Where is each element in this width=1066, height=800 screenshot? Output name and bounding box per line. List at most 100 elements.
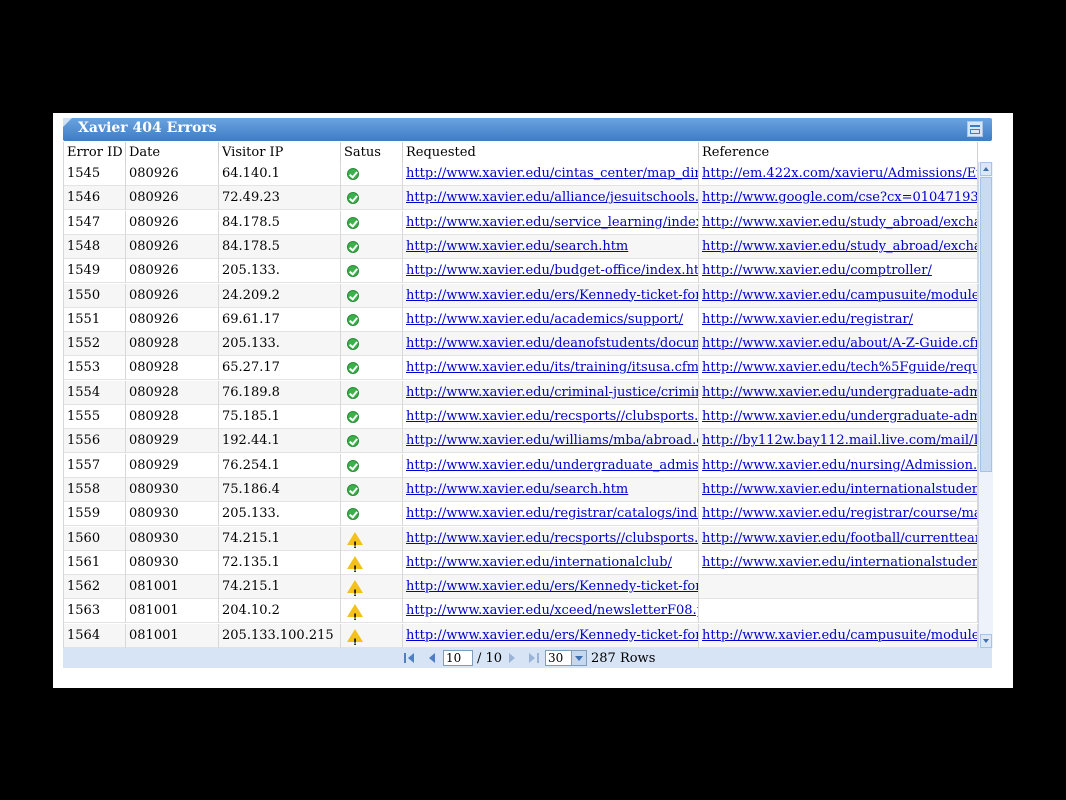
requested-cell[interactable]: http://www.xavier.edu/registrar/catalogs… [403, 502, 699, 527]
reference-cell-link[interactable]: http://www.google.com/cse?cx=01047193867… [702, 190, 977, 205]
requested-cell-link[interactable]: http://www.xavier.edu/cintas_center/map_… [406, 166, 698, 181]
reference-cell-link[interactable]: http://www.xavier.edu/study_abroad/excha… [702, 215, 977, 230]
reference-cell-link[interactable]: http://by112w.bay112.mail.live.com/mail/… [702, 433, 977, 448]
page-number-input[interactable]: 10 [443, 650, 473, 666]
collapse-corner-icon[interactable] [63, 118, 72, 127]
requested-cell[interactable]: http://www.xavier.edu/ers/Kennedy-ticket… [403, 283, 699, 308]
table-row[interactable]: 156008093074.215.1 http://www.xavier.edu/… [64, 526, 978, 551]
reference-cell[interactable] [699, 599, 978, 624]
scroll-up-icon[interactable] [980, 162, 992, 176]
table-row[interactable]: 1551 080926 69.61.17 http://www.xavier.edu/… [64, 307, 978, 332]
page-size-select[interactable]: 30 [545, 650, 587, 666]
last-page-icon[interactable] [526, 651, 540, 665]
requested-cell[interactable]: http://www.xavier.edu/internationalclub/ [403, 550, 699, 575]
table-row[interactable]: 1555 080928 75.185.1 http://www.xavier.edu/… [64, 405, 978, 429]
table-row[interactable]: 1548 080926 84.178.5 http://www.xavier.edu/… [64, 234, 978, 259]
table-row[interactable]: 1558 080930 75.186.4 http://www.xavier.edu/… [64, 477, 978, 502]
reference-cell-link[interactable]: http://www.xavier.edu/registrar/course/m… [702, 506, 977, 521]
table-row[interactable]: 1556 080929 192.44.1 http://www.xavier.edu/… [64, 429, 978, 454]
column-header-reference[interactable]: Reference [699, 142, 978, 162]
reference-cell[interactable]: http://www.xavier.edu/registrar/course/m… [699, 502, 978, 527]
reference-cell-link[interactable]: http://www.xavier.edu/undergraduate-admi… [702, 385, 977, 400]
reference-cell[interactable]: http://www.xavier.edu/nursing/Admission.… [699, 453, 978, 478]
reference-cell[interactable]: http://em.422x.com/xavieru/Admissions/Ev… [699, 162, 978, 186]
table-row[interactable]: 1554 080928 76.189.8 http://www.xavier.edu/… [64, 380, 978, 405]
reference-cell-link[interactable]: http://www.xavier.edu/campusuite/modules… [702, 628, 977, 643]
column-header-date[interactable]: Date [126, 142, 219, 162]
reference-cell[interactable]: http://www.xavier.edu/undergraduate-admi… [699, 405, 978, 429]
requested-cell-link[interactable]: http://www.xavier.edu/ers/Kennedy-ticket… [406, 288, 698, 303]
table-row[interactable]: 1552 080928 205.133. http://www.xavier.edu/… [64, 332, 978, 357]
vertical-scrollbar[interactable] [978, 162, 993, 648]
table-row[interactable]: 156108093072.135.1 http://www.xavier.edu/… [64, 550, 978, 575]
table-row[interactable]: 1557 080929 76.254.1 http://www.xavier.edu/… [64, 453, 978, 478]
reference-cell-link[interactable]: http://www.xavier.edu/comptroller/ [702, 263, 932, 278]
reference-cell-link[interactable]: http://www.xavier.edu/football/currentte… [702, 531, 977, 546]
requested-cell[interactable]: http://www.xavier.edu/ers/Kennedy-ticket… [403, 623, 699, 648]
requested-cell[interactable]: http://www.xavier.edu/budget-office/inde… [403, 259, 699, 284]
requested-cell[interactable]: http://www.xavier.edu/xceed/newsletterF0… [403, 599, 699, 624]
reference-cell[interactable]: http://www.xavier.edu/study_abroad/excha… [699, 210, 978, 235]
reference-cell[interactable]: http://www.xavier.edu/tech%5Fguide/requi… [699, 356, 978, 381]
first-page-icon[interactable] [403, 651, 417, 665]
table-row[interactable]: 1564081001205.133.100.215 http://www.xavi… [64, 623, 978, 648]
reference-cell[interactable]: http://www.xavier.edu/about/A-Z-Guide.cf… [699, 332, 978, 357]
requested-cell-link[interactable]: http://www.xavier.edu/service_learning/i… [406, 215, 698, 230]
requested-cell[interactable]: http://www.xavier.edu/search.htm [403, 477, 699, 502]
requested-cell[interactable]: http://www.xavier.edu/its/training/itsus… [403, 356, 699, 381]
scroll-thumb[interactable] [980, 177, 992, 472]
table-row[interactable]: 1546 080926 72.49.23 http://www.xavier.edu/… [64, 186, 978, 211]
reference-cell[interactable]: http://www.xavier.edu/internationalstude… [699, 550, 978, 575]
requested-cell[interactable]: http://www.xavier.edu/recsports//clubspo… [403, 526, 699, 551]
reference-cell-link[interactable]: http://www.xavier.edu/study_abroad/excha… [702, 239, 977, 254]
reference-cell-link[interactable]: http://www.xavier.edu/campusuite/modules… [702, 288, 977, 303]
reference-cell[interactable]: http://www.google.com/cse?cx=01047193867… [699, 186, 978, 211]
requested-cell-link[interactable]: http://www.xavier.edu/recsports//clubspo… [406, 531, 698, 546]
requested-cell[interactable]: http://www.xavier.edu/recsports//clubspo… [403, 405, 699, 429]
requested-cell-link[interactable]: http://www.xavier.edu/xceed/newsletterF0… [406, 603, 698, 618]
table-row[interactable]: 1549 080926 205.133. http://www.xavier.edu/… [64, 259, 978, 284]
table-row[interactable]: 156208100174.215.1 http://www.xavier.edu/… [64, 575, 978, 600]
requested-cell[interactable]: http://www.xavier.edu/cintas_center/map_… [403, 162, 699, 186]
chevron-down-icon[interactable] [571, 651, 586, 665]
reference-cell-link[interactable]: http://www.xavier.edu/tech%5Fguide/requi… [702, 360, 977, 375]
requested-cell-link[interactable]: http://www.xavier.edu/search.htm [406, 482, 628, 497]
requested-cell-link[interactable]: http://www.xavier.edu/ers/Kennedy-ticket… [406, 628, 698, 643]
reference-cell[interactable]: http://www.xavier.edu/study_abroad/excha… [699, 234, 978, 259]
requested-cell-link[interactable]: http://www.xavier.edu/registrar/catalogs… [406, 506, 698, 521]
reference-cell[interactable]: http://www.xavier.edu/registrar/ [699, 307, 978, 332]
requested-cell[interactable]: http://www.xavier.edu/ers/Kennedy-ticket… [403, 575, 699, 600]
reference-cell[interactable]: http://www.xavier.edu/campusuite/modules… [699, 623, 978, 648]
reference-cell-link[interactable]: http://www.xavier.edu/undergraduate-admi… [702, 409, 977, 424]
requested-cell[interactable]: http://www.xavier.edu/williams/mba/abroa… [403, 429, 699, 454]
maximize-icon[interactable] [967, 121, 983, 137]
requested-cell[interactable]: http://www.xavier.edu/service_learning/i… [403, 210, 699, 235]
table-row[interactable]: 1563081001204.10.2 http://www.xavier.edu/… [64, 599, 978, 624]
requested-cell[interactable]: http://www.xavier.edu/criminal-justice/c… [403, 380, 699, 405]
requested-cell-link[interactable]: http://www.xavier.edu/budget-office/inde… [406, 263, 698, 278]
reference-cell[interactable]: http://www.xavier.edu/comptroller/ [699, 259, 978, 284]
requested-cell-link[interactable]: http://www.xavier.edu/internationalclub/ [406, 555, 672, 570]
requested-cell-link[interactable]: http://www.xavier.edu/search.htm [406, 239, 628, 254]
requested-cell[interactable]: http://www.xavier.edu/academics/support/ [403, 307, 699, 332]
column-header-requested[interactable]: Requested [403, 142, 699, 162]
reference-cell[interactable] [699, 575, 978, 600]
scroll-down-icon[interactable] [980, 634, 992, 648]
reference-cell[interactable]: http://www.xavier.edu/internationalstude… [699, 477, 978, 502]
reference-cell-link[interactable]: http://www.xavier.edu/internationalstude… [702, 482, 977, 497]
reference-cell[interactable]: http://www.xavier.edu/football/currentte… [699, 526, 978, 551]
reference-cell[interactable]: http://by112w.bay112.mail.live.com/mail/… [699, 429, 978, 454]
table-row[interactable]: 1547 080926 84.178.5 http://www.xavier.edu/… [64, 210, 978, 235]
column-header-error-id[interactable]: Error ID [64, 142, 126, 162]
requested-cell-link[interactable]: http://www.xavier.edu/recsports//clubspo… [406, 409, 698, 424]
requested-cell-link[interactable]: http://www.xavier.edu/williams/mba/abroa… [406, 433, 698, 448]
requested-cell-link[interactable]: http://www.xavier.edu/its/training/itsus… [406, 360, 698, 375]
requested-cell-link[interactable]: http://www.xavier.edu/criminal-justice/c… [406, 385, 698, 400]
requested-cell-link[interactable]: http://www.xavier.edu/undergraduate_admi… [406, 458, 698, 473]
table-row[interactable]: 1553 080928 65.27.17 http://www.xavier.edu/… [64, 356, 978, 381]
requested-cell-link[interactable]: http://www.xavier.edu/ers/Kennedy-ticket… [406, 579, 698, 594]
column-header-status[interactable]: Satus [341, 142, 403, 162]
prev-page-icon[interactable] [425, 651, 439, 665]
next-page-icon[interactable] [505, 651, 519, 665]
column-header-visitor-ip[interactable]: Visitor IP [219, 142, 341, 162]
